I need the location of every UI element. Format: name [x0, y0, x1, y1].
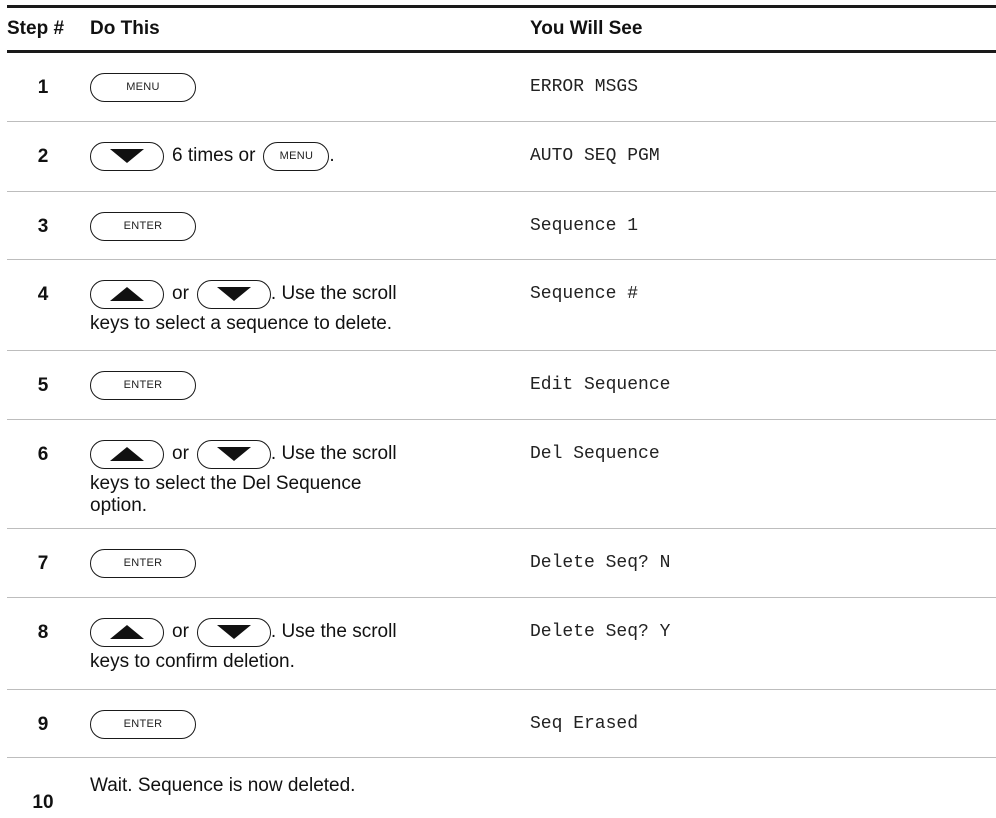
action-description: keys to select a sequence to delete. [90, 313, 393, 334]
action-cell: or . Use the scroll keys to select the D… [79, 420, 522, 528]
header-step: Step # [7, 18, 65, 39]
table-row: 3 ENTER Sequence 1 [7, 192, 996, 260]
enter-key[interactable]: ENTER [90, 548, 196, 578]
action-cell: Wait. Sequence is now deleted. [79, 758, 522, 818]
step-number: 2 [37, 146, 49, 167]
action-description: keys to confirm deletion. [90, 651, 295, 672]
table-row: 7 ENTER Delete Seq? N [7, 529, 996, 598]
header-you-will-see: You Will See [530, 18, 643, 39]
action-text: or [172, 283, 189, 304]
action-text: or [172, 443, 189, 464]
display-text: Delete Seq? Y [530, 622, 671, 642]
action-cell: ENTER [79, 351, 522, 419]
down-arrow-icon [110, 149, 144, 163]
display-text [522, 758, 996, 818]
action-cell: ENTER [79, 192, 522, 259]
step-number: 10 [32, 792, 54, 813]
action-text: . Use the scroll [270, 283, 397, 304]
up-arrow-icon [110, 625, 144, 639]
up-arrow-key[interactable] [90, 439, 164, 469]
display-text: Seq Erased [530, 714, 639, 734]
up-arrow-icon [110, 287, 144, 301]
step-number: 9 [37, 714, 49, 735]
action-cell: or . Use the scroll keys to confirm dele… [79, 598, 522, 689]
step-number: 7 [37, 553, 49, 574]
enter-key[interactable]: ENTER [90, 370, 196, 400]
menu-key[interactable]: MENU [263, 141, 330, 171]
down-arrow-key[interactable] [196, 617, 271, 647]
down-arrow-key[interactable] [90, 141, 164, 171]
action-text: 6 times or [172, 145, 256, 166]
step-number: 6 [37, 444, 49, 465]
step-number: 8 [37, 622, 49, 643]
table-row: 9 ENTER Seq Erased [7, 690, 996, 758]
table-row: 5 ENTER Edit Sequence [7, 351, 996, 420]
menu-key[interactable]: MENU [90, 72, 196, 102]
action-cell: 6 times or MENU . [79, 122, 522, 191]
action-text: . [329, 145, 335, 166]
table-row: 8 or . Use the scroll keys to confirm de… [7, 598, 996, 690]
step-number: 4 [37, 284, 49, 305]
display-text: ERROR MSGS [530, 77, 639, 97]
up-arrow-key[interactable] [90, 279, 164, 309]
action-description: Wait. Sequence is now deleted. [90, 775, 356, 796]
header-do-this: Do This [90, 18, 160, 39]
display-text: AUTO SEQ PGM [530, 146, 660, 166]
up-arrow-icon [110, 447, 144, 461]
down-arrow-icon [216, 287, 251, 301]
action-cell: ENTER [79, 690, 522, 757]
action-cell: MENU [79, 53, 522, 121]
display-text: Sequence # [530, 284, 639, 304]
up-arrow-key[interactable] [90, 617, 164, 647]
procedure-table: Step # Do This You Will See 1 MENU ERROR… [7, 5, 996, 818]
enter-key[interactable]: ENTER [90, 709, 196, 739]
action-text: . Use the scroll [270, 621, 397, 642]
display-text: Delete Seq? N [530, 553, 671, 573]
action-description: option. [90, 495, 148, 516]
table-header: Step # Do This You Will See [7, 8, 996, 53]
table-row: 2 6 times or MENU . AUTO SEQ PGM [7, 122, 996, 192]
table-row: 4 or . Use the scroll keys to select a s… [7, 260, 996, 351]
step-number: 5 [37, 375, 49, 396]
action-text: . Use the scroll [270, 443, 397, 464]
action-cell: or . Use the scroll keys to select a seq… [79, 260, 522, 350]
down-arrow-key[interactable] [196, 279, 271, 309]
step-number: 3 [37, 216, 49, 237]
table-row: 1 MENU ERROR MSGS [7, 53, 996, 122]
action-cell: ENTER [79, 529, 522, 597]
display-text: Edit Sequence [530, 375, 671, 395]
action-text: or [172, 621, 189, 642]
down-arrow-icon [216, 447, 251, 461]
step-number: 1 [37, 77, 49, 98]
display-text: Sequence 1 [530, 216, 639, 236]
display-text: Del Sequence [530, 444, 660, 464]
table-row: 10 Wait. Sequence is now deleted. [7, 758, 996, 818]
table-row: 6 or . Use the scroll keys to select the… [7, 420, 996, 529]
down-arrow-key[interactable] [196, 439, 271, 469]
action-description: keys to select the Del Sequence [90, 473, 362, 494]
enter-key[interactable]: ENTER [90, 211, 196, 241]
down-arrow-icon [216, 625, 251, 639]
